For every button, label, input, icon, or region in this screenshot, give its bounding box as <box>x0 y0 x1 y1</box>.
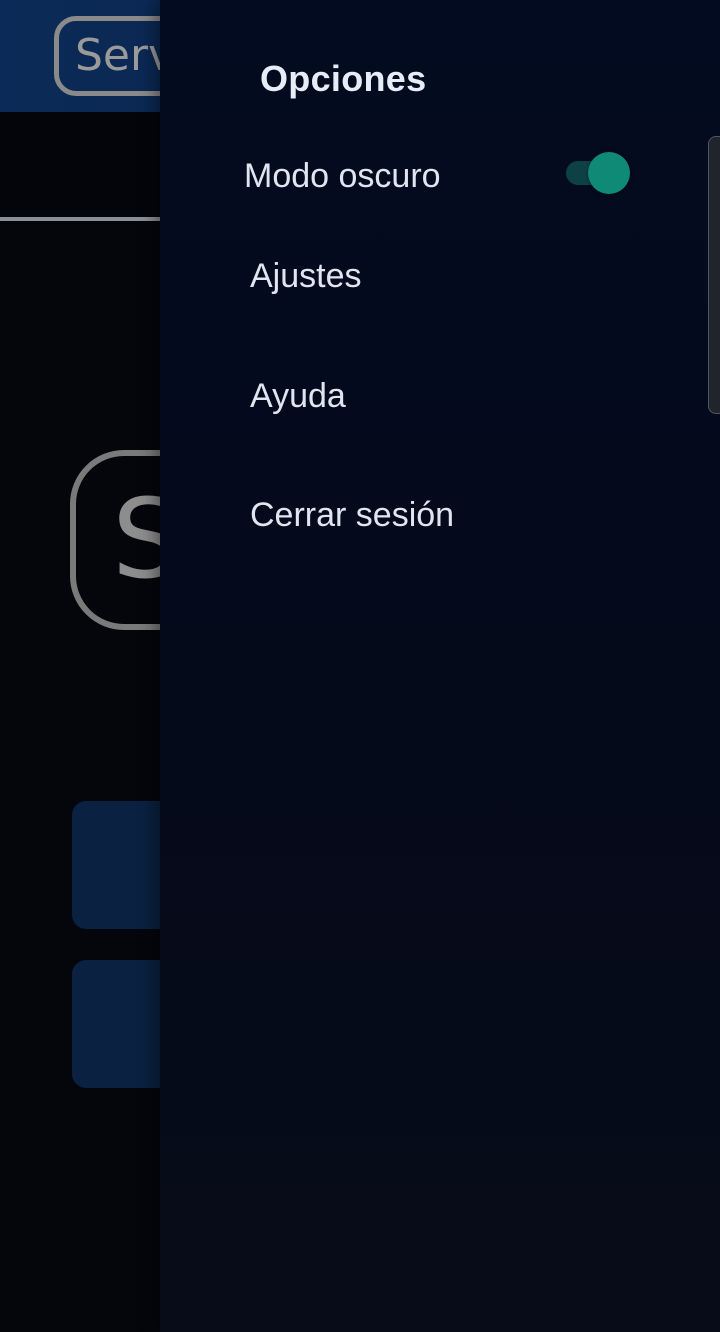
options-drawer: Opciones Modo oscuro Ajustes Ayuda Cerra… <box>160 0 720 1332</box>
menu-item-label: Ajustes <box>250 257 362 295</box>
menu-item-cerrar-sesion[interactable]: Cerrar sesión <box>160 475 720 555</box>
drawer-title: Opciones <box>260 58 427 99</box>
menu-item-label: Ayuda <box>250 377 346 415</box>
menu-item-label: Cerrar sesión <box>250 496 455 534</box>
dark-mode-toggle[interactable] <box>564 152 630 194</box>
scrollbar[interactable] <box>708 136 720 414</box>
app-screen: Serv S Opciones Modo oscuro Ajustes Ayud… <box>0 0 720 1332</box>
dark-mode-row[interactable]: Modo oscuro <box>160 136 720 216</box>
menu-item-ayuda[interactable]: Ayuda <box>160 356 720 436</box>
toggle-thumb <box>588 152 630 194</box>
menu-item-ajustes[interactable]: Ajustes <box>160 236 720 316</box>
dark-mode-label: Modo oscuro <box>244 157 441 195</box>
